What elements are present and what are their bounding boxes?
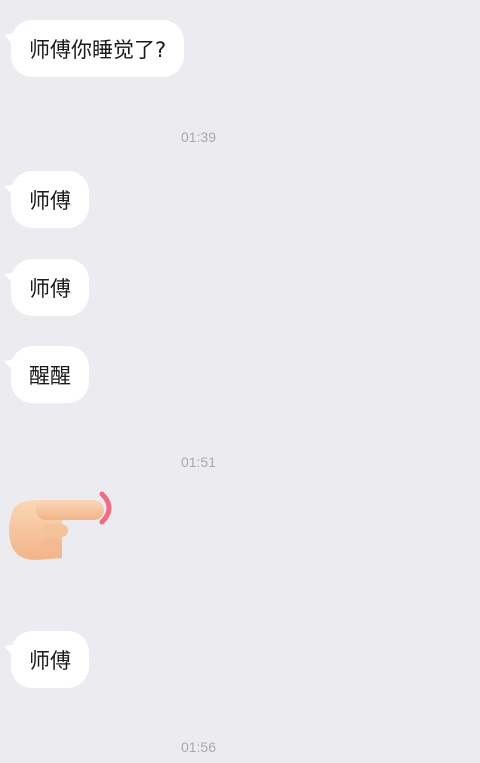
message-bubble[interactable]: 师傅你睡觉了? bbox=[11, 20, 185, 77]
message-bubble[interactable]: 师傅 bbox=[11, 259, 89, 316]
message-text: 师傅 bbox=[29, 648, 71, 673]
message-text: 师傅 bbox=[29, 276, 71, 301]
sticker-message[interactable] bbox=[6, 488, 118, 566]
message-text: 师傅 bbox=[29, 188, 71, 213]
message-bubble[interactable]: 醒醒 bbox=[11, 346, 89, 403]
message-bubble[interactable]: 师傅 bbox=[11, 171, 89, 228]
timestamp: 01:51 bbox=[180, 454, 217, 470]
message-text: 醒醒 bbox=[29, 363, 71, 388]
message-bubble[interactable]: 师傅 bbox=[11, 631, 89, 688]
timestamp: 01:56 bbox=[180, 739, 217, 755]
pointing-finger-icon bbox=[9, 491, 112, 560]
message-text: 师傅你睡觉了? bbox=[29, 37, 167, 62]
timestamp: 01:39 bbox=[180, 129, 217, 145]
